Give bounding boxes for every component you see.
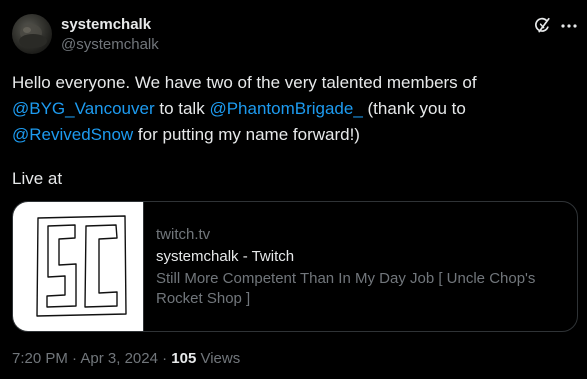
card-thumbnail	[13, 202, 144, 331]
mention-phantom-brigade[interactable]: @PhantomBrigade_	[209, 99, 362, 118]
grok-icon	[535, 17, 550, 33]
tweet-text-segment: for putting my name forward!)	[133, 125, 360, 144]
card-description-line-2: Rocket Shop ]	[156, 290, 251, 307]
live-at-text: Live at	[12, 169, 63, 188]
tweet-line-1: Hello everyone. We have two of the very …	[12, 73, 477, 92]
meta-separator: ·	[157, 350, 172, 367]
grok-button[interactable]	[530, 14, 554, 38]
author-handle[interactable]: @systemchalk	[61, 36, 159, 54]
card-description-line-1: Still More Competent Than In My Day Job …	[156, 270, 536, 287]
tweet-text-segment: (thank you to	[362, 99, 466, 118]
views-count: 105	[171, 350, 197, 367]
views-label: Views	[196, 350, 241, 367]
tweet-line-2: @BYG_Vancouver to talk @PhantomBrigade_ …	[12, 96, 577, 122]
author-display-name[interactable]: systemchalk	[61, 16, 151, 34]
mention-revived-snow[interactable]: @RevivedSnow	[12, 125, 133, 144]
card-text: twitch.tv systemchalk - Twitch Still Mor…	[156, 226, 566, 309]
tweet-text: Hello everyone. We have two of the very …	[12, 70, 577, 148]
tweet: systemchalk @systemchalk Hello everyone.…	[0, 0, 587, 379]
more-options-button[interactable]	[557, 14, 581, 38]
more-icon	[561, 24, 577, 28]
meta-separator: ·	[67, 350, 81, 367]
sc-logo-icon	[36, 215, 127, 317]
user-avatar-image	[19, 24, 47, 48]
link-card[interactable]: twitch.tv systemchalk - Twitch Still Mor…	[12, 201, 578, 332]
tweet-date[interactable]: Apr 3, 2024	[80, 350, 158, 367]
tweet-meta: 7:20 PM · Apr 3, 2024 · 105 Views	[12, 350, 240, 368]
mention-byg-vancouver[interactable]: @BYG_Vancouver	[12, 99, 155, 118]
card-domain: twitch.tv	[156, 226, 211, 243]
tweet-time[interactable]: 7:20 PM	[12, 350, 68, 367]
avatar[interactable]	[12, 14, 52, 54]
tweet-text-segment: to talk	[154, 99, 210, 118]
tweet-line-3: @RevivedSnow for putting my name forward…	[12, 122, 577, 148]
card-description: Still More Competent Than In My Day Job …	[156, 269, 566, 309]
card-title: systemchalk - Twitch	[156, 248, 295, 265]
